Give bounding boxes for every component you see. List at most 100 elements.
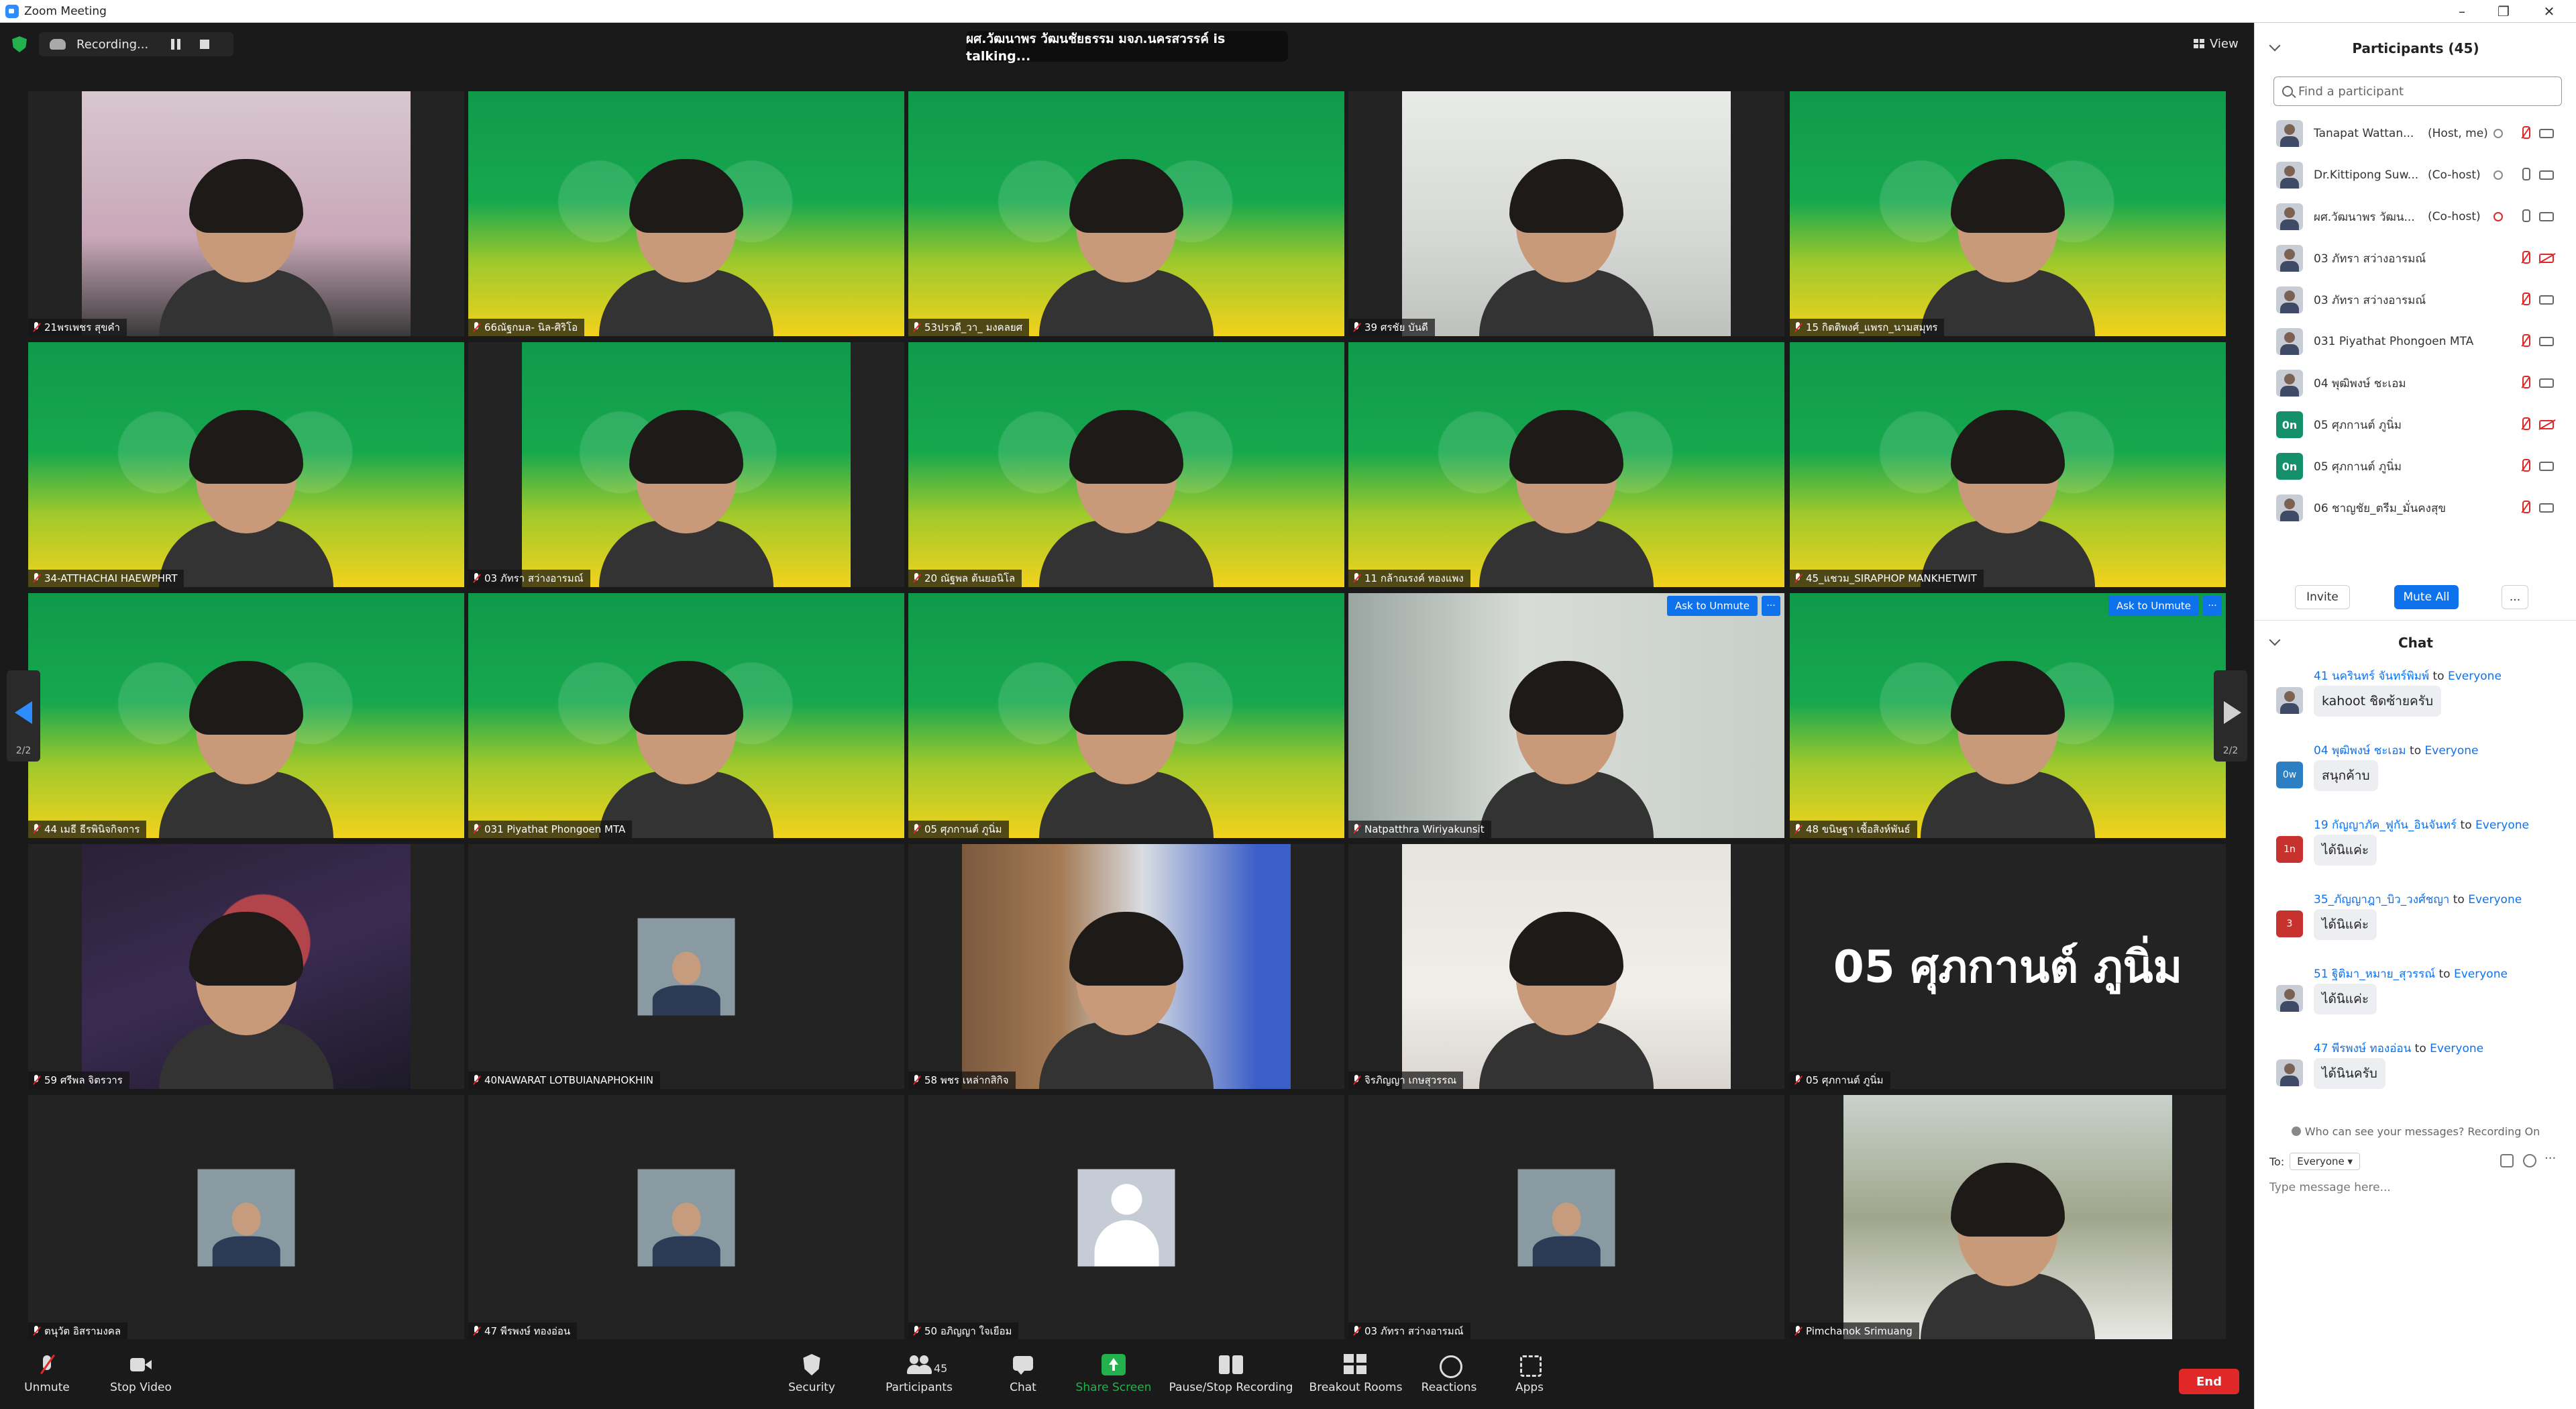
video-tile[interactable]: 50 อภิญญา ใจเยือม	[908, 1095, 1344, 1340]
video-tile[interactable]: 20 ณัฐพล ต้นยอนิโล	[908, 342, 1344, 587]
end-meeting-button[interactable]: End	[2179, 1369, 2239, 1394]
microphone-muted-icon[interactable]	[2520, 501, 2530, 515]
video-tile[interactable]: 44 เมธี ธีรพินิจกิจการ	[28, 593, 464, 838]
participant-row[interactable]: 04 พุฒิพงษ์ ชะเอม	[2255, 362, 2576, 404]
microphone-muted-icon[interactable]	[2520, 293, 2530, 307]
participant-row[interactable]: Tanapat Wattan... (Host, me)	[2255, 113, 2576, 154]
pause-recording-icon[interactable]	[170, 39, 181, 50]
video-camera-icon[interactable]	[2539, 503, 2554, 513]
microphone-muted-icon[interactable]	[2520, 376, 2530, 390]
video-camera-icon[interactable]	[2539, 462, 2554, 471]
participant-search-input[interactable]: Find a participant	[2273, 76, 2562, 106]
chat-more-icon[interactable]: ···	[2544, 1151, 2556, 1165]
video-tile[interactable]: 34-ATTHACHAI HAEWPHRT	[28, 342, 464, 587]
video-tile[interactable]: 03 ภัทรา สว่างอารมณ์	[1348, 1095, 1784, 1340]
share-screen-button[interactable]: Share Screen	[1073, 1339, 1154, 1409]
video-tile[interactable]: 03 ภัทรา สว่างอารมณ์	[468, 342, 904, 587]
video-camera-icon[interactable]	[2539, 295, 2554, 305]
participant-row[interactable]: Dr.Kittipong Suw... (Co-host)	[2255, 154, 2576, 196]
participant-name: Pimchanok Srimuang	[1806, 1325, 1913, 1337]
video-tile[interactable]: 66ณัฐกมล- นิล-ศิริโอ	[468, 91, 904, 336]
collapse-chat-icon[interactable]	[2269, 634, 2281, 646]
video-camera-icon[interactable]	[2539, 378, 2554, 388]
emoji-icon[interactable]	[2523, 1154, 2536, 1167]
message-sender-line[interactable]: 41 นครินทร์ จันทร์พิมพ์ to Everyone	[2314, 667, 2502, 685]
microphone-icon[interactable]	[2520, 209, 2530, 224]
video-tile[interactable]: จิรภิญญา เกษสุวรรณ	[1348, 844, 1784, 1089]
participant-row[interactable]: 06 ชาญชัย_ตรีม_มั่นคงสุข	[2255, 487, 2576, 529]
video-tile[interactable]: Ask to Unmute ··· 48 ขนิษฐา เชื้อสิงห์พันธ…	[1790, 593, 2226, 838]
message-sender-line[interactable]: 47 พีรพงษ์ ทองอ่อน to Everyone	[2314, 1039, 2483, 1057]
message-sender-line[interactable]: 51 ฐิติมา_หมาย_สุวรรณ์ to Everyone	[2314, 965, 2508, 983]
participants-more-button[interactable]: ...	[2502, 585, 2528, 609]
video-camera-icon[interactable]	[2539, 337, 2554, 346]
microphone-muted-icon[interactable]	[2520, 126, 2530, 141]
security-button[interactable]: Security	[778, 1339, 845, 1409]
tile-more-button[interactable]: ···	[1762, 596, 1780, 616]
video-off-icon[interactable]	[2539, 420, 2554, 429]
video-tile[interactable]: 58 พชร เหล่ากสิกิจ	[908, 844, 1344, 1089]
video-tile[interactable]: 45_แชวม_SIRAPHOP MANKHETWIT	[1790, 342, 2226, 587]
microphone-muted-icon[interactable]	[2520, 459, 2530, 474]
minimize-button[interactable]: –	[2442, 0, 2482, 23]
microphone-icon[interactable]	[2520, 168, 2530, 182]
participant-figure	[599, 406, 773, 587]
participant-row[interactable]: 031 Piyathat Phongoen MTA	[2255, 321, 2576, 362]
participant-row[interactable]: 0n 05 ศุภกานต์ ภูนิ่ม	[2255, 446, 2576, 487]
ask-to-unmute-button[interactable]: Ask to Unmute	[2108, 596, 2199, 616]
message-sender-line[interactable]: 19 กัญญาภัค_ฟูกัน_อินจันทร์ to Everyone	[2314, 816, 2529, 834]
message-sender-line[interactable]: 35_ภัญญาฎา_บิว_วงศ์ชญา to Everyone	[2314, 890, 2522, 908]
video-tile[interactable]: 39 ศรชัย บันดี	[1348, 91, 1784, 336]
recipient-dropdown[interactable]: Everyone ▾	[2290, 1153, 2361, 1170]
close-button[interactable]: ✕	[2529, 0, 2569, 23]
video-tile[interactable]: 47 พีรพงษ์ ทองอ่อน	[468, 1095, 904, 1340]
participant-row[interactable]: 03 ภัทรา สว่างอารมณ์	[2255, 238, 2576, 279]
microphone-muted-icon[interactable]	[2520, 417, 2530, 432]
breakout-rooms-button[interactable]: Breakout Rooms	[1305, 1339, 1406, 1409]
video-tile[interactable]: 53ปรวดี_วา_ มงคลยศ	[908, 91, 1344, 336]
invite-button[interactable]: Invite	[2295, 585, 2350, 609]
video-tile[interactable]: 21พรเพชร สุขคำ	[28, 91, 464, 336]
encryption-shield-icon[interactable]	[12, 36, 27, 52]
message-visibility-notice[interactable]: Who can see your messages? Recording On	[2255, 1118, 2576, 1145]
video-tile[interactable]: 40NAWARAT LOTBUIANAPHOKHIN	[468, 844, 904, 1089]
chat-button[interactable]: Chat	[993, 1339, 1053, 1409]
message-sender-line[interactable]: 04 พุฒิพงษ์ ชะเอม to Everyone	[2314, 741, 2478, 760]
apps-button[interactable]: Apps	[1503, 1339, 1556, 1409]
next-page-button[interactable]: 2/2	[2214, 670, 2247, 762]
video-tile[interactable]: 05 ศุภกานต์ ภูนิ่ม 05 ศุภกานต์ ภูนิ่ม	[1790, 844, 2226, 1089]
stop-video-button[interactable]: Stop Video	[101, 1339, 181, 1409]
participant-row[interactable]: ผศ.วัฒนาพร วัฒน... (Co-host)	[2255, 196, 2576, 238]
collapse-participants-icon[interactable]	[2269, 40, 2281, 52]
reactions-button[interactable]: Reactions	[1415, 1339, 1483, 1409]
file-icon[interactable]	[2500, 1154, 2514, 1167]
video-tile[interactable]: ตนุวัต อิสรามงคล	[28, 1095, 464, 1340]
video-tile[interactable]: Ask to Unmute ··· Natpatthra Wiriyakunsit	[1348, 593, 1784, 838]
view-button[interactable]: View	[2194, 32, 2247, 55]
video-camera-icon[interactable]	[2539, 170, 2554, 180]
chat-message-input[interactable]: Type message here...	[2269, 1181, 2391, 1194]
tile-more-button[interactable]: ···	[2203, 596, 2222, 616]
stop-recording-icon[interactable]	[200, 40, 209, 49]
unmute-button[interactable]: Unmute	[20, 1339, 74, 1409]
video-off-icon[interactable]	[2539, 254, 2554, 263]
microphone-muted-icon[interactable]	[2520, 334, 2530, 349]
video-tile[interactable]: 031 Piyathat Phongoen MTA	[468, 593, 904, 838]
ask-to-unmute-button[interactable]: Ask to Unmute	[1666, 596, 1758, 616]
restore-button[interactable]: ❐	[2483, 0, 2524, 23]
cloud-recording-icon	[50, 39, 66, 50]
video-tile[interactable]: 15 กิตติพงศ์_แพรก_นามสมุทร	[1790, 91, 2226, 336]
video-tile[interactable]: 59 ศรีพล จิตรวาร	[28, 844, 464, 1089]
video-tile[interactable]: 11 กล้าณรงค์ ทองแพง	[1348, 342, 1784, 587]
video-camera-icon[interactable]	[2539, 129, 2554, 138]
participant-row[interactable]: 0n 05 ศุภกานต์ ภูนิ่ม	[2255, 404, 2576, 446]
previous-page-button[interactable]: 2/2	[7, 670, 40, 762]
video-tile[interactable]: 05 ศุภกานต์ ภูนิ่ม	[908, 593, 1344, 838]
microphone-muted-icon[interactable]	[2520, 251, 2530, 266]
mute-all-button[interactable]: Mute All	[2394, 585, 2459, 609]
participant-row[interactable]: 03 ภัทรา สว่างอารมณ์	[2255, 279, 2576, 321]
participant-name: 58 พชร เหล่ากสิกิจ	[924, 1074, 1009, 1086]
video-camera-icon[interactable]	[2539, 212, 2554, 221]
pause-stop-recording-button[interactable]: Pause/Stop Recording	[1167, 1339, 1295, 1409]
video-tile[interactable]: Pimchanok Srimuang	[1790, 1095, 2226, 1340]
